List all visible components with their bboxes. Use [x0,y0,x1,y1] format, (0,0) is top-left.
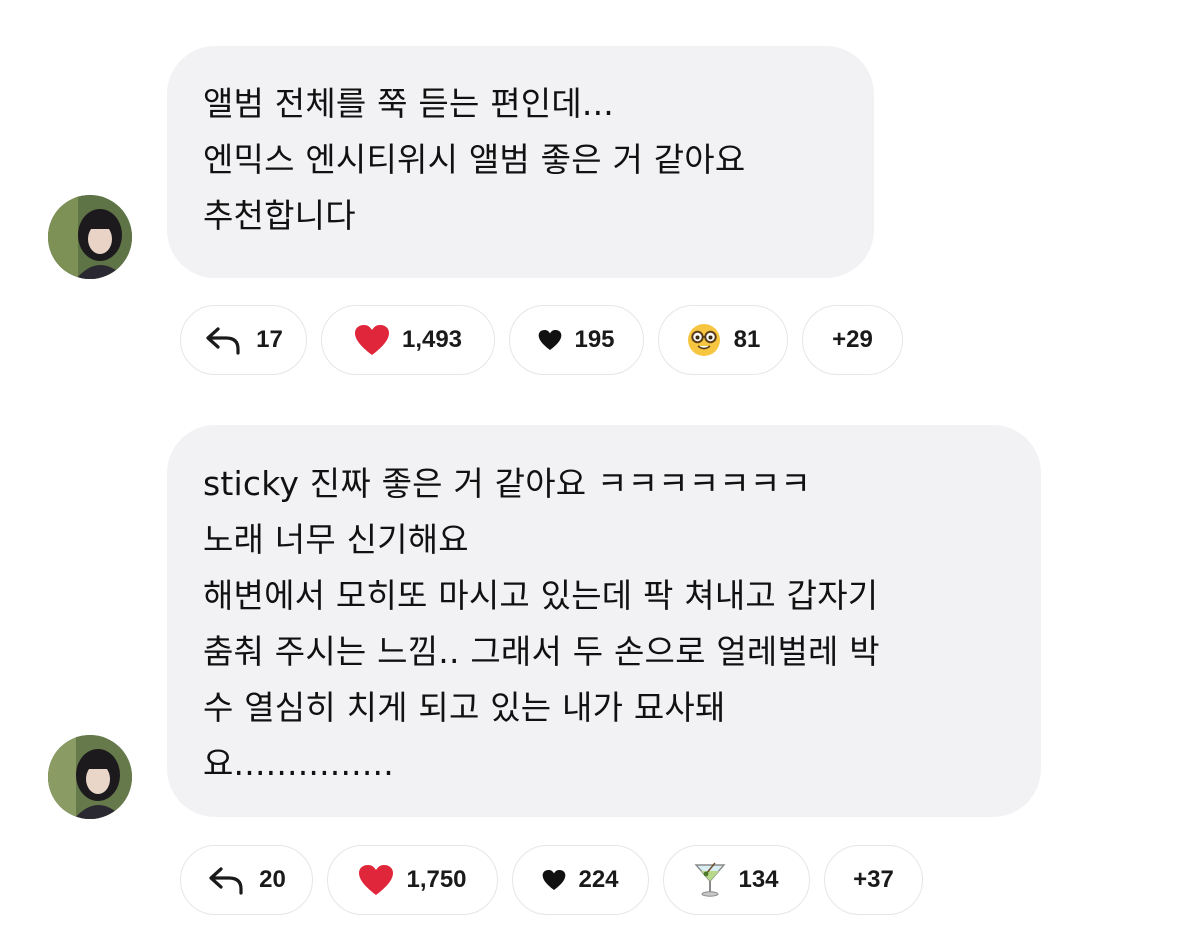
reaction-red-heart[interactable]: 1,750 [327,845,498,915]
more-reactions-count: +37 [853,866,894,893]
reaction-count: 81 [733,326,761,353]
reaction-cocktail-glass[interactable]: 134 [663,845,810,915]
comment-text-line: 추천합니다 [203,196,356,235]
avatar-photo [48,735,132,819]
black-heart-icon [542,869,566,891]
red-heart-icon [358,864,394,896]
reaction-count: 224 [578,866,619,893]
reaction-count: 1,750 [406,866,467,893]
nerd-face-icon [686,322,722,358]
comment-text-line: sticky 진짜 좋은 거 같아요 ㅋㅋㅋㅋㅋㅋㅋ [203,464,811,503]
reaction-count: 1,493 [401,326,463,353]
reaction-black-heart[interactable]: 224 [512,845,649,915]
comment-text-line: 요............... [203,744,394,783]
comment-text-line: 앨범 전체를 쭉 듣는 편인데... [203,84,614,123]
cocktail-glass-icon [694,862,727,898]
reaction-nerd-face[interactable]: 81 [658,305,788,375]
black-heart-icon [538,329,562,351]
comment-text-line: 춤춰 주시는 느낌.. 그래서 두 손으로 얼레벌레 박 [203,632,880,671]
red-heart-icon [354,324,390,356]
reaction-black-heart[interactable]: 195 [509,305,644,375]
reply-arrow-icon [207,865,247,895]
more-reactions-button[interactable]: +29 [802,305,903,375]
comment-bubble: 앨범 전체를 쭉 듣는 편인데... 엔믹스 엔시티위시 앨범 좋은 거 같아요… [167,46,874,278]
comment-bubble: sticky 진짜 좋은 거 같아요 ㅋㅋㅋㅋㅋㅋㅋ 노래 너무 신기해요 해변… [167,425,1041,817]
reaction-row: 20 1,750 224 134 +37 [0,845,1200,915]
comment-text-line: 노래 너무 신기해요 [203,520,469,559]
more-reactions-button[interactable]: +37 [824,845,923,915]
comment-text-line: 해변에서 모히또 마시고 있는데 팍 쳐내고 갑자기 [203,576,879,615]
reaction-count: 195 [574,326,615,353]
comment-text-line: 엔믹스 엔시티위시 앨범 좋은 거 같아요 [203,140,746,179]
reply-count: 20 [259,866,286,893]
reaction-red-heart[interactable]: 1,493 [321,305,495,375]
reaction-row: 17 1,493 195 81 +29 [0,305,1200,375]
avatar-photo [48,195,132,279]
reply-arrow-icon [204,325,244,355]
reply-count: 17 [256,326,283,353]
avatar[interactable] [48,195,132,279]
reply-button[interactable]: 20 [180,845,313,915]
more-reactions-count: +29 [832,326,873,353]
avatar[interactable] [48,735,132,819]
reply-button[interactable]: 17 [180,305,307,375]
reaction-count: 134 [738,866,779,893]
comment-text-line: 수 열심히 치게 되고 있는 내가 묘사돼 [203,688,726,727]
